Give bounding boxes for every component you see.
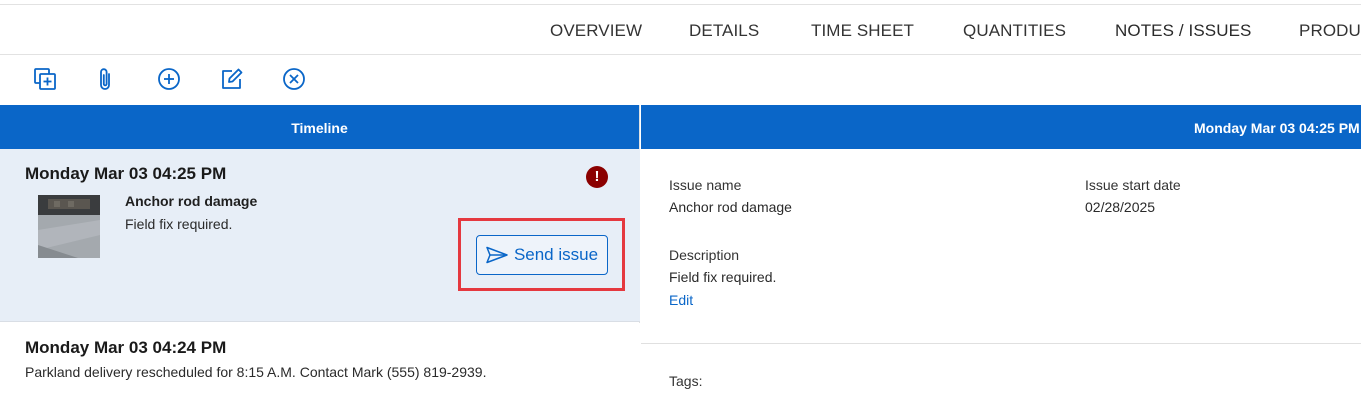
tab-details[interactable]: DETAILS — [689, 5, 759, 54]
tab-notes-issues[interactable]: NOTES / ISSUES — [1115, 5, 1252, 54]
timeline-entry-selected[interactable]: Monday Mar 03 04:25 PM ! Anchor rod dama… — [0, 149, 640, 322]
tab-overview[interactable]: OVERVIEW — [550, 5, 642, 54]
description-label: Description — [669, 247, 740, 263]
add-circle-icon[interactable] — [155, 65, 183, 93]
detail-header: Monday Mar 03 04:25 PM — [641, 105, 1361, 149]
tab-quantities[interactable]: QUANTITIES — [963, 5, 1066, 54]
send-issue-button[interactable]: Send issue — [476, 235, 608, 275]
timeline-header: Timeline — [0, 105, 639, 149]
toolbar — [0, 55, 1361, 105]
timeline-entry[interactable]: Monday Mar 03 04:24 PM Parkland delivery… — [0, 323, 640, 394]
tags-label: Tags: — [669, 373, 703, 389]
tab-time-sheet[interactable]: TIME SHEET — [811, 5, 914, 54]
send-issue-label: Send issue — [513, 245, 599, 264]
description-value: Field fix required. — [669, 269, 777, 285]
issue-name-label: Issue name — [669, 177, 742, 193]
tab-products[interactable]: PRODUC — [1299, 5, 1361, 54]
duplicate-icon[interactable] — [31, 65, 59, 93]
issue-start-date-value: 02/28/2025 — [1085, 199, 1156, 215]
edit-description-link[interactable]: Edit — [669, 292, 693, 308]
entry-body: Parkland delivery rescheduled for 8:15 A… — [25, 364, 487, 380]
alert-icon: ! — [586, 166, 608, 188]
issue-photo-thumbnail[interactable] — [38, 195, 100, 258]
issue-body: Field fix required. — [125, 216, 233, 232]
entry-date: Monday Mar 03 04:24 PM — [25, 338, 227, 357]
issue-name-value: Anchor rod damage — [669, 199, 792, 215]
cancel-circle-icon[interactable] — [280, 65, 308, 93]
timeline-pane: Timeline Monday Mar 03 04:25 PM ! Anchor… — [0, 105, 640, 394]
issue-detail-pane: Monday Mar 03 04:25 PM Issue name Anchor… — [641, 105, 1361, 394]
detail-divider — [641, 343, 1361, 344]
entry-date: Monday Mar 03 04:25 PM — [25, 164, 227, 183]
issue-title: Anchor rod damage — [125, 193, 258, 209]
tab-bar: OVERVIEW DETAILS TIME SHEET QUANTITIES N… — [0, 5, 1361, 55]
send-icon — [486, 246, 508, 264]
edit-icon[interactable] — [218, 65, 246, 93]
issue-start-date-label: Issue start date — [1085, 177, 1181, 193]
attachment-icon[interactable] — [92, 65, 120, 93]
